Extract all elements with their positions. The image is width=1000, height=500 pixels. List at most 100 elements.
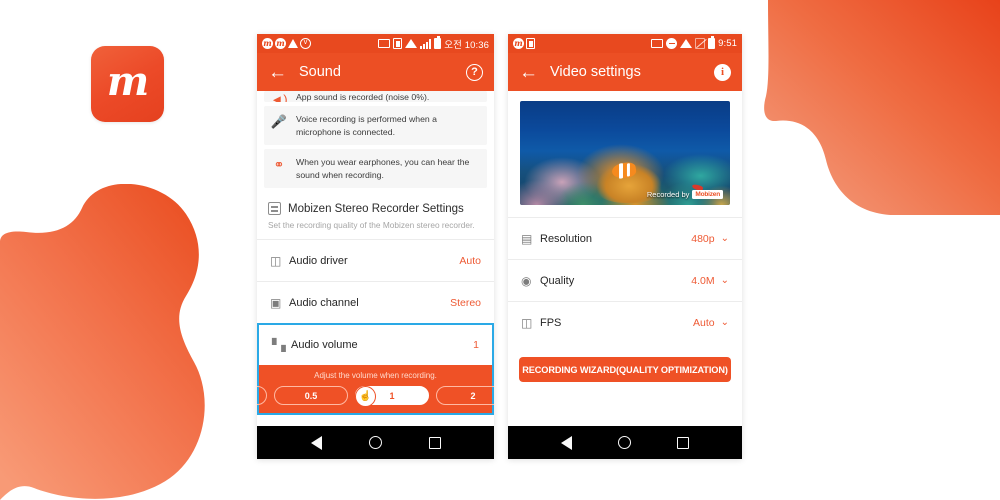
battery-icon	[708, 36, 716, 49]
volume-option-list[interactable]: 0.5 ☝ 1 2	[257, 385, 494, 407]
back-arrow-icon[interactable]: ←	[268, 63, 290, 82]
help-icon[interactable]: ?	[466, 63, 483, 81]
video-preview-wrapper: Recorded by Mobizen	[508, 91, 742, 217]
right-android-navbar	[508, 426, 742, 459]
wifi-icon	[405, 39, 418, 48]
quality-icon: ◉	[521, 273, 532, 288]
left-status-time: 오전 10:36	[444, 39, 489, 51]
phone-screenshot-sound-settings: m m v 오전 10:36 ← Sound ? ◄) App sound is…	[257, 34, 494, 459]
volume-option-0-5[interactable]: 0.5	[274, 386, 348, 406]
volume-option-2[interactable]: 2	[436, 386, 494, 406]
phone-screenshot-video-settings: m 9:51 ← Video settings i Recorded by Mo…	[508, 34, 742, 459]
recording-wizard-button[interactable]: RECORDING WIZARD(QUALITY OPTIMIZATION)	[519, 357, 731, 382]
row-audio-microphone[interactable]: ✎ Audio microphone Default microphone	[257, 415, 494, 426]
recorded-by-watermark: Recorded by Mobizen	[647, 190, 723, 199]
info-icon[interactable]: i	[714, 63, 731, 81]
right-status-left-icons: m	[513, 38, 535, 49]
microphone-icon: 🎤	[270, 114, 288, 129]
right-page-title: Video settings	[550, 64, 641, 80]
screen-cast-icon	[378, 39, 391, 48]
stereo-recorder-section: Mobizen Stereo Recorder Settings Set the…	[257, 192, 494, 239]
right-status-time: 9:51	[718, 38, 737, 49]
left-screen-body[interactable]: ◄) App sound is recorded (noise 0%). 🎤 V…	[257, 91, 494, 426]
watermark-brand: Mobizen	[692, 190, 723, 199]
right-status-right-icons: 9:51	[651, 36, 737, 49]
row-value-group: Auto ⌄	[693, 317, 729, 329]
volume-hint: Adjust the volume when recording.	[314, 371, 437, 381]
row-value: Auto	[693, 316, 715, 329]
nav-home-icon[interactable]	[618, 436, 631, 449]
row-value: Auto	[459, 254, 481, 267]
blob-top-right	[764, 0, 1000, 215]
mobizen-logo-letter: m	[106, 58, 149, 105]
chevron-down-icon[interactable]: ⌄	[721, 317, 729, 328]
row-value: 4.0M	[691, 274, 715, 287]
right-screen-body[interactable]: Recorded by Mobizen ▤ Resolution 480p ⌄ …	[508, 91, 742, 426]
row-label: Audio volume	[291, 339, 358, 352]
audio-volume-highlight-block[interactable]: ▘▖ Audio volume 1 Adjust the volume when…	[257, 323, 494, 416]
left-android-navbar	[257, 426, 494, 459]
speaker-icon: ◄)	[270, 92, 288, 102]
chevron-down-icon[interactable]: ⌄	[721, 233, 729, 244]
row-value: 1	[473, 339, 479, 352]
audio-channel-icon: ▣	[270, 295, 282, 310]
nav-back-icon[interactable]	[561, 435, 572, 450]
nav-back-icon[interactable]	[310, 435, 322, 450]
device-icon	[526, 38, 535, 49]
volume-bars-icon: ▘▖	[272, 338, 291, 353]
screen-cast-icon	[651, 39, 664, 48]
row-audio-volume[interactable]: ▘▖ Audio volume 1	[259, 325, 492, 366]
row-value: 480p	[691, 232, 715, 245]
do-not-disturb-icon	[666, 38, 678, 49]
nav-recents-icon[interactable]	[677, 436, 689, 449]
blob-left	[0, 184, 205, 500]
battery-icon	[434, 36, 442, 49]
mobizen-app-logo: m	[91, 46, 164, 122]
row-resolution[interactable]: ▤ Resolution 480p ⌄	[508, 217, 742, 259]
right-app-bar: ← Video settings i	[508, 53, 742, 91]
nav-home-icon[interactable]	[368, 436, 382, 449]
chevron-down-icon[interactable]: ⌄	[721, 275, 729, 286]
resolution-icon: ▤	[521, 231, 533, 246]
signal-bars-icon	[420, 38, 432, 49]
row-value-group: 480p ⌄	[691, 233, 729, 245]
back-arrow-icon[interactable]: ←	[519, 63, 541, 82]
row-fps[interactable]: ◫ FPS Auto ⌄	[508, 301, 742, 343]
volume-thumb-icon: ☝	[355, 385, 376, 407]
info-card-text: When you wear earphones, you can hear th…	[296, 157, 470, 180]
v-circle-icon: v	[300, 38, 311, 49]
wifi-icon	[680, 39, 693, 48]
row-label: Audio channel	[289, 296, 359, 309]
row-label: Quality	[540, 274, 575, 287]
volume-option-partial-left[interactable]	[257, 386, 267, 406]
row-value: Stereo	[450, 296, 481, 309]
audio-driver-icon: ◫	[270, 253, 282, 268]
device-icon	[393, 38, 403, 49]
left-status-bar: m m v 오전 10:36	[257, 34, 494, 53]
right-status-bar: m 9:51	[508, 34, 742, 53]
row-audio-driver[interactable]: ◫ Audio driver Auto	[257, 239, 494, 282]
left-page-title: Sound	[299, 64, 341, 80]
video-preview-thumbnail[interactable]: Recorded by Mobizen	[520, 101, 730, 205]
fps-icon: ◫	[521, 315, 533, 330]
info-card-earphones: ⚭ When you wear earphones, you can hear …	[264, 149, 487, 189]
section-title: Mobizen Stereo Recorder Settings	[288, 202, 464, 215]
section-subtitle: Set the recording quality of the Mobizen…	[268, 220, 475, 231]
mobizen-badge-icon: m	[513, 38, 524, 49]
info-card-text: Voice recording is performed when a micr…	[296, 114, 438, 137]
row-label: Audio driver	[289, 254, 348, 267]
row-value-group: 4.0M ⌄	[691, 275, 729, 287]
no-sim-icon	[695, 38, 706, 49]
list-icon	[268, 202, 281, 216]
left-app-bar: ← Sound ?	[257, 53, 494, 91]
volume-option-label: 1	[389, 390, 395, 401]
nav-recents-icon[interactable]	[428, 436, 441, 449]
earphone-icon: ⚭	[273, 157, 285, 173]
row-audio-channel[interactable]: ▣ Audio channel Stereo	[257, 281, 494, 324]
section-title-row: Mobizen Stereo Recorder Settings	[268, 202, 483, 216]
row-label: Resolution	[540, 232, 592, 245]
row-quality[interactable]: ◉ Quality 4.0M ⌄	[508, 259, 742, 301]
warning-triangle-icon	[288, 39, 298, 48]
volume-option-1-selected[interactable]: ☝ 1	[355, 385, 429, 407]
info-card-text: App sound is recorded (noise 0%).	[296, 92, 430, 102]
